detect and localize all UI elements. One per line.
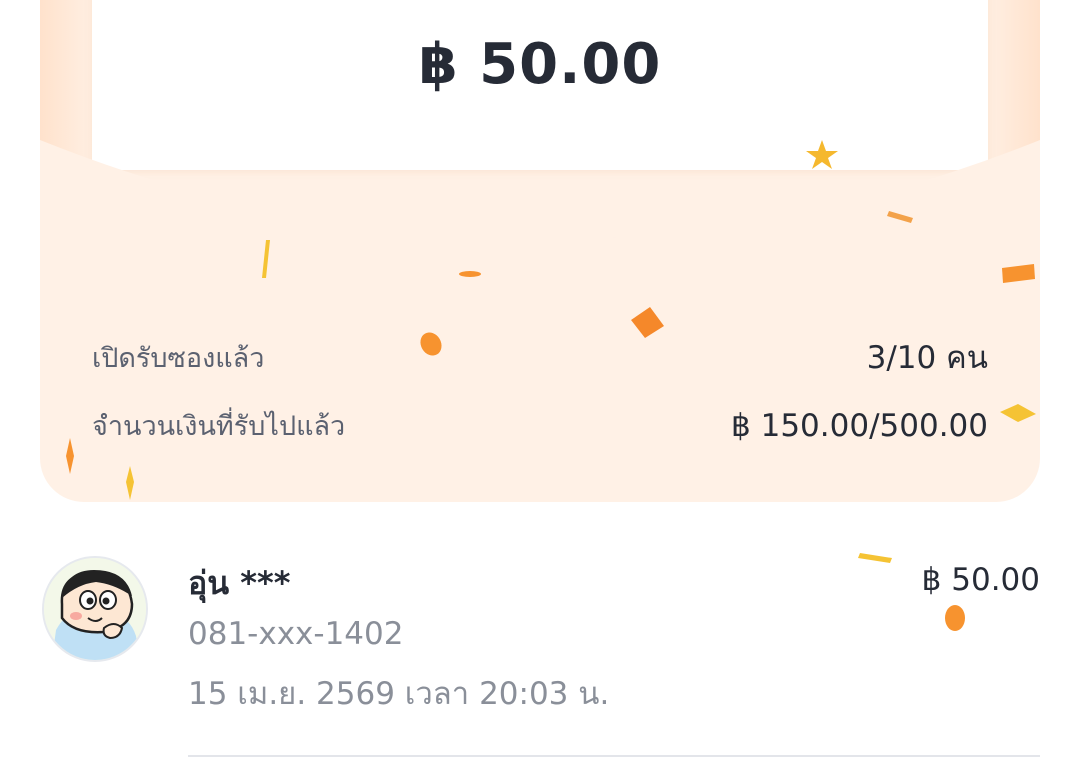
recipient-amount: ฿ 50.00 (921, 562, 1040, 598)
recipient-name: อุ่น *** (188, 564, 291, 602)
received-amount-row: จำนวนเงินที่รับไปแล้ว ฿ 150.00/500.00 (92, 404, 988, 447)
recipient-phone: 081-xxx-1402 (188, 616, 404, 652)
opened-count-label: เปิดรับซองแล้ว (92, 342, 265, 374)
envelope-amount: ฿ 50.00 (418, 32, 662, 97)
envelope-side-right (980, 0, 1040, 200)
received-amount-label: จำนวนเงินที่รับไปแล้ว (92, 411, 346, 442)
page: ฿ 50.00 เปิดรับซองแล้ว 3/10 คน จำนวนเงิน… (0, 0, 1080, 783)
recipient-list-item[interactable]: อุ่น *** 081-xxx-1402 15 เม.ย. 2569 เวลา… (40, 548, 1040, 718)
received-amount-value: ฿ 150.00/500.00 (731, 407, 988, 444)
opened-count-value: 3/10 คน (866, 340, 988, 376)
opened-count-row: เปิดรับซองแล้ว 3/10 คน (92, 332, 988, 382)
cartoon-boy-avatar-icon (42, 556, 148, 662)
envelope-side-left (40, 0, 100, 200)
envelope-summary-card: ฿ 50.00 เปิดรับซองแล้ว 3/10 คน จำนวนเงิน… (40, 0, 1040, 502)
list-divider (188, 755, 1040, 757)
recipient-datetime: 15 เม.ย. 2569 เวลา 20:03 น. (188, 676, 610, 712)
